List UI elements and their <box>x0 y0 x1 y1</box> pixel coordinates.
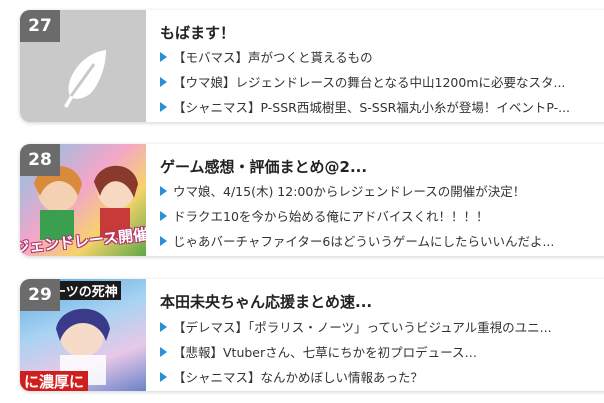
triangle-bullet-icon <box>160 51 167 62</box>
article-link[interactable]: 【モバマス】声がつくと貰えるもの <box>160 47 373 66</box>
site-title[interactable]: もばます！ <box>160 22 235 43</box>
article-link[interactable]: ドラクエ10を今から始める俺にアドバイスくれ！！！！ <box>160 206 489 225</box>
article-link[interactable]: じゃあバーチャファイター6はどういうゲームにしたらいいんだよ... <box>160 231 554 250</box>
site-title[interactable]: 本田未央ちゃん応援まとめ速... <box>160 291 372 312</box>
triangle-bullet-icon <box>160 101 167 112</box>
article-link[interactable]: 【ウマ娘】レジェンドレースの舞台となる中山1200mに必要なスタ... <box>160 72 565 91</box>
ranking-card[interactable]: 27 もばます！ 【モバマス】声がつくと貰えるもの 【ウマ娘】レジェンドレースの… <box>20 10 604 122</box>
article-link[interactable]: 【悲報】Vtuberさん、七草にちかを初プロデュース… <box>160 342 477 361</box>
ranking-card[interactable]: スノーツの死神 に濃厚に 29 本田未央ちゃん応援まとめ速... 【デレマス】「… <box>20 279 604 391</box>
article-link[interactable]: ウマ娘、4/15(木) 12:00からレジェンドレースの開催が決定！ <box>160 181 525 200</box>
rank-badge: 28 <box>20 144 60 176</box>
triangle-bullet-icon <box>160 346 167 357</box>
rank-badge: 27 <box>20 10 60 42</box>
thumbnail-caption-bottom: に濃厚に <box>20 371 89 391</box>
triangle-bullet-icon <box>160 321 167 332</box>
rank-badge: 29 <box>20 279 60 311</box>
article-link[interactable]: 【シャニマス】P-SSR西城樹里、S-SSR福丸小糸が登場！イベントP-... <box>160 97 570 116</box>
ranking-card[interactable]: ジェンドレース開催 28 ゲーム感想・評価まとめ@2... ウマ娘、4/15(木… <box>20 144 604 256</box>
triangle-bullet-icon <box>160 210 167 221</box>
site-title[interactable]: ゲーム感想・評価まとめ@2... <box>160 156 367 177</box>
article-link[interactable]: 【シャニマス】なんかめぼしい情報あった？ <box>160 367 423 386</box>
triangle-bullet-icon <box>160 76 167 87</box>
triangle-bullet-icon <box>160 235 167 246</box>
article-link[interactable]: 【デレマス】「ポラリス・ノーツ」っていうビジュアル重視のユニ... <box>160 317 552 336</box>
triangle-bullet-icon <box>160 185 167 196</box>
triangle-bullet-icon <box>160 371 167 382</box>
